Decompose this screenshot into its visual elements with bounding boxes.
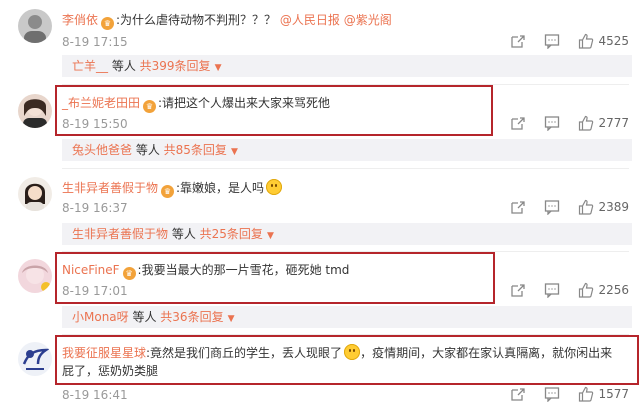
comment-actions: 4525 <box>492 33 629 49</box>
reply-summary[interactable]: 亡羊__ 等人 共399条回复 ▼ <box>62 55 632 77</box>
share-icon[interactable] <box>510 282 526 298</box>
comment-time: 8-19 16:37 <box>62 201 128 215</box>
comment-text-line: 生非异者善假于物 ♛:靠嫩娘，是人吗 <box>62 179 283 198</box>
reply-summary[interactable]: 小Mona呀 等人 共36条回复 ▼ <box>62 306 632 328</box>
highlight-box <box>55 85 493 136</box>
reply-total[interactable]: 共36条回复 <box>160 310 223 324</box>
share-icon[interactable] <box>510 199 526 215</box>
reply-user[interactable]: 兔头他爸爸 <box>72 143 132 157</box>
member-badge-icon: ♛ <box>101 17 115 30</box>
commenter-name[interactable]: 李俏依 <box>62 13 98 27</box>
emoji-smile-icon <box>266 179 283 195</box>
share-icon[interactable] <box>510 386 526 402</box>
comment-text: :为什么虐待动物不判刑？？？ <box>116 13 277 27</box>
avatar[interactable] <box>18 177 52 211</box>
reply-mid-text: 等人 <box>108 59 140 73</box>
reply-summary[interactable]: 兔头他爸爸 等人 共85条回复 ▼ <box>62 139 632 161</box>
avatar[interactable] <box>18 9 52 43</box>
comment-text: :靠嫩娘，是人吗 <box>176 181 265 195</box>
avatar[interactable] <box>18 259 52 293</box>
comment-icon[interactable] <box>544 282 560 298</box>
reply-user[interactable]: 亡羊__ <box>72 59 108 73</box>
reply-mid-text: 等人 <box>168 227 200 241</box>
like-icon[interactable] <box>578 282 594 298</box>
like-count: 1577 <box>598 387 629 401</box>
member-badge-icon: ♛ <box>161 185 175 198</box>
avatar[interactable] <box>18 342 52 376</box>
caret-down-icon[interactable]: ▼ <box>228 314 235 324</box>
mention-link[interactable]: @人民日报 <box>280 13 340 27</box>
comment-icon[interactable] <box>544 199 560 215</box>
reply-mid-text: 等人 <box>132 143 164 157</box>
reply-total[interactable]: 共399条回复 <box>140 59 211 73</box>
like-count: 2389 <box>598 200 629 214</box>
like-icon[interactable] <box>578 33 594 49</box>
comment-actions: 2389 <box>492 199 629 215</box>
highlight-box <box>55 335 639 385</box>
comment-text-line: 李俏依 ♛:为什么虐待动物不判刑？？？ @人民日报 @紫光阁 <box>62 12 392 30</box>
avatar[interactable] <box>18 94 52 128</box>
like-icon[interactable] <box>578 115 594 131</box>
highlight-box <box>55 252 495 304</box>
like-count: 2777 <box>598 116 629 130</box>
reply-user[interactable]: 生非异者善假于物 <box>72 227 168 241</box>
comment-icon[interactable] <box>544 115 560 131</box>
reply-total[interactable]: 共85条回复 <box>164 143 227 157</box>
reply-mid-text: 等人 <box>128 310 161 324</box>
comment-time: 8-19 16:41 <box>62 388 128 402</box>
comment-actions: 2256 <box>492 282 629 298</box>
comment-actions: 1577 <box>492 386 629 402</box>
mention-link[interactable]: @紫光阁 <box>344 13 392 27</box>
divider <box>62 168 629 169</box>
comment-actions: 2777 <box>492 115 629 131</box>
like-count: 2256 <box>598 283 629 297</box>
comment-icon[interactable] <box>544 33 560 49</box>
reply-total[interactable]: 共25条回复 <box>200 227 263 241</box>
caret-down-icon[interactable]: ▼ <box>231 147 238 157</box>
caret-down-icon[interactable]: ▼ <box>267 231 274 241</box>
like-count: 4525 <box>598 34 629 48</box>
comment-time: 8-19 17:15 <box>62 35 128 49</box>
share-icon[interactable] <box>510 33 526 49</box>
like-icon[interactable] <box>578 199 594 215</box>
share-icon[interactable] <box>510 115 526 131</box>
like-icon[interactable] <box>578 386 594 402</box>
caret-down-icon[interactable]: ▼ <box>215 63 222 73</box>
comment-icon[interactable] <box>544 386 560 402</box>
commenter-name[interactable]: 生非异者善假于物 <box>62 181 158 195</box>
reply-summary[interactable]: 生非异者善假于物 等人 共25条回复 ▼ <box>62 223 632 245</box>
reply-user[interactable]: 小Mona呀 <box>72 310 129 324</box>
